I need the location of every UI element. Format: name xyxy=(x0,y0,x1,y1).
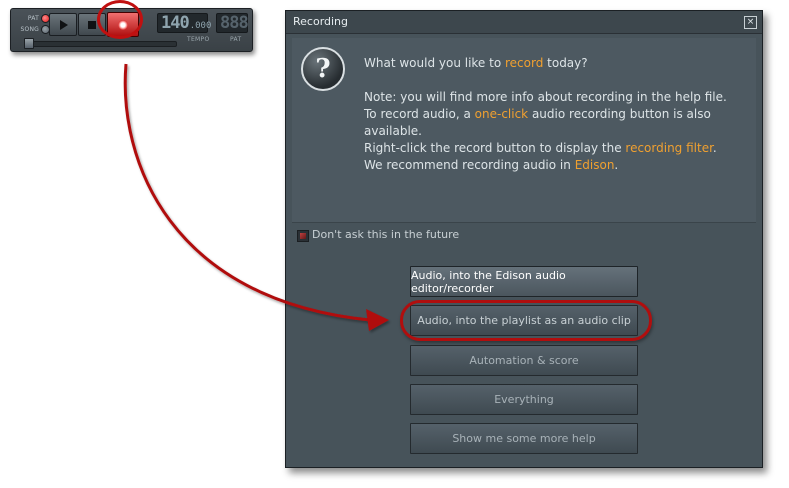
edison-link[interactable]: Edison xyxy=(575,158,615,172)
message-text: . xyxy=(614,158,619,172)
message-note: Note: you will find more info about reco… xyxy=(364,90,727,104)
message-one-click-line: To record audio, a one-click audio recor… xyxy=(364,106,711,123)
close-icon: × xyxy=(746,17,755,27)
play-button[interactable] xyxy=(49,13,77,36)
pattern-display-label: PAT xyxy=(230,36,242,43)
option-everything-button[interactable]: Everything xyxy=(410,384,638,415)
message-available-line: available. xyxy=(364,124,422,138)
message-filter-line: Right-click the record button to display… xyxy=(364,140,717,157)
message-text: today? xyxy=(543,56,588,70)
question-mark-icon: ? xyxy=(301,47,345,91)
message-edison-line: We recommend recording audio in Edison. xyxy=(364,157,618,174)
message-text: To record audio, a xyxy=(364,107,475,121)
playlist-option-highlight-ring xyxy=(400,300,652,341)
message-text: . xyxy=(712,141,717,155)
pattern-value: 888 xyxy=(220,13,249,33)
stop-icon xyxy=(88,20,96,29)
close-button[interactable]: × xyxy=(744,16,757,29)
recording-filter-link[interactable]: recording filter xyxy=(625,141,713,155)
one-click-link[interactable]: one-click xyxy=(475,107,528,121)
record-button-highlight-circle xyxy=(97,0,143,39)
song-mode-row[interactable]: SONG xyxy=(17,24,50,35)
option-edison-button[interactable]: Audio, into the Edison audio editor/reco… xyxy=(410,266,638,297)
dialog-titlebar[interactable]: Recording × xyxy=(286,11,762,34)
song-position-handle[interactable] xyxy=(24,38,34,49)
dont-ask-label[interactable]: Don't ask this in the future xyxy=(312,228,459,241)
tempo-label: TEMPO xyxy=(187,36,210,43)
dialog-title: Recording xyxy=(293,15,349,28)
message-text: We recommend recording audio in xyxy=(364,158,575,172)
tempo-value: 140 xyxy=(161,13,190,33)
pattern-mode-label: PAT xyxy=(27,15,39,22)
record-link[interactable]: record xyxy=(505,56,543,70)
message-text: Right-click the record button to display… xyxy=(364,141,626,155)
song-position-slider[interactable] xyxy=(25,41,177,47)
option-more-help-button[interactable]: Show me some more help xyxy=(410,423,638,454)
pattern-mode-row[interactable]: PAT xyxy=(17,13,50,24)
pattern-display[interactable]: 888 xyxy=(216,13,249,33)
option-automation-score-button[interactable]: Automation & score xyxy=(410,345,638,376)
dont-ask-checkbox[interactable] xyxy=(297,230,309,242)
message-text: What would you like to xyxy=(364,56,505,70)
tempo-display[interactable]: 140 .000 xyxy=(157,13,211,33)
tempo-fraction: .000 xyxy=(189,21,212,31)
song-mode-label: SONG xyxy=(20,26,39,33)
recording-dialog: Recording × ? What would you like to rec… xyxy=(285,10,763,468)
message-panel: ? What would you like to record today? N… xyxy=(292,38,756,223)
message-text: audio recording button is also xyxy=(528,107,711,121)
question-mark-glyph: ? xyxy=(315,54,331,84)
mode-selector: PAT SONG xyxy=(17,13,50,35)
message-question: What would you like to record today? xyxy=(364,55,588,72)
play-icon xyxy=(60,19,68,30)
